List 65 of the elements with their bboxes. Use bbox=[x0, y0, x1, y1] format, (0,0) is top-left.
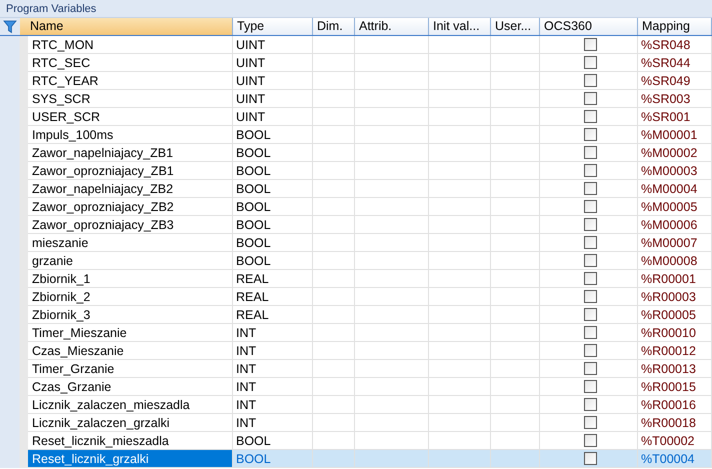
table-cell: Reset_licznik_grzalki bbox=[28, 450, 233, 468]
checkbox[interactable] bbox=[584, 74, 596, 87]
table-row[interactable]: SYS_SCR UINT %SR003 bbox=[0, 90, 712, 108]
checkbox[interactable] bbox=[584, 398, 596, 411]
column-header[interactable]: Dim. bbox=[313, 18, 355, 35]
checkbox[interactable] bbox=[584, 254, 596, 267]
column-header[interactable]: User... bbox=[491, 18, 540, 35]
table-cell bbox=[313, 450, 355, 468]
checkbox[interactable] bbox=[584, 380, 596, 393]
row-header bbox=[0, 450, 28, 468]
row-header bbox=[0, 36, 28, 54]
checkbox[interactable] bbox=[584, 434, 596, 447]
table-cell bbox=[491, 450, 540, 468]
checkbox[interactable] bbox=[584, 452, 596, 465]
checkbox[interactable] bbox=[584, 290, 596, 303]
checkbox[interactable] bbox=[584, 38, 596, 51]
column-header[interactable]: Type bbox=[233, 18, 313, 35]
column-header[interactable]: Name bbox=[20, 18, 233, 35]
column-header[interactable]: Init val... bbox=[429, 18, 491, 35]
table-row[interactable]: Zawor_oprozniajacy_ZB2 BOOL %M00005 bbox=[0, 198, 712, 216]
table-row[interactable]: Timer_Mieszanie INT %R00010 bbox=[0, 324, 712, 342]
table-row[interactable]: RTC_SEC UINT %SR044 bbox=[0, 54, 712, 72]
checkbox[interactable] bbox=[584, 326, 596, 339]
checkbox[interactable] bbox=[584, 128, 596, 141]
table-row[interactable]: Licznik_zalaczen_mieszadla INT %R00016 bbox=[0, 396, 712, 414]
table-row[interactable]: Czas_Mieszanie INT %R00012 bbox=[0, 342, 712, 360]
table-row[interactable]: mieszanie BOOL %M00007 bbox=[0, 234, 712, 252]
table-row[interactable]: Licznik_zalaczen_grzalki INT %R00018 bbox=[0, 414, 712, 432]
table-row[interactable]: grzanie BOOL %M00008 bbox=[0, 252, 712, 270]
checkbox[interactable] bbox=[584, 200, 596, 213]
table-row[interactable]: Zbiornik_1 REAL %R00001 bbox=[0, 270, 712, 288]
table-row[interactable]: Zawor_napelniajacy_ZB2 BOOL %M00004 bbox=[0, 180, 712, 198]
table-row[interactable]: Zawor_oprozniajacy_ZB3 BOOL %M00006 bbox=[0, 216, 712, 234]
panel-title: Program Variables bbox=[0, 0, 712, 18]
checkbox[interactable] bbox=[584, 56, 596, 69]
checkbox[interactable] bbox=[584, 272, 596, 285]
checkbox[interactable] bbox=[584, 164, 596, 177]
table-cell: %T00004 bbox=[638, 450, 712, 468]
checkbox[interactable] bbox=[584, 416, 596, 429]
table-row[interactable]: Zbiornik_3 REAL %R00005 bbox=[0, 306, 712, 324]
checkbox[interactable] bbox=[584, 236, 596, 249]
column-header[interactable]: Attrib. bbox=[355, 18, 429, 35]
checkbox[interactable] bbox=[584, 146, 596, 159]
checkbox[interactable] bbox=[584, 362, 596, 375]
table-cell bbox=[429, 450, 491, 468]
table-row[interactable]: RTC_MON UINT %SR048 bbox=[0, 36, 712, 54]
checkbox[interactable] bbox=[584, 182, 596, 195]
checkbox[interactable] bbox=[584, 92, 596, 105]
checkbox[interactable] bbox=[584, 110, 596, 123]
table-row[interactable]: Reset_licznik_grzalki BOOL %T00004 bbox=[0, 450, 712, 468]
table-row[interactable]: Czas_Grzanie INT %R00015 bbox=[0, 378, 712, 396]
column-header[interactable]: OCS360 bbox=[540, 18, 638, 35]
table-row[interactable]: Zawor_oprozniajacy_ZB1 BOOL %M00003 bbox=[0, 162, 712, 180]
table-cell: BOOL bbox=[233, 450, 313, 468]
table-row[interactable]: Reset_licznik_mieszadla BOOL %T00002 bbox=[0, 432, 712, 450]
column-header[interactable]: Mapping bbox=[638, 18, 712, 35]
checkbox[interactable] bbox=[584, 344, 596, 357]
checkbox[interactable] bbox=[584, 308, 596, 321]
table-row[interactable]: Timer_Grzanie INT %R00013 bbox=[0, 360, 712, 378]
table-row[interactable]: RTC_YEAR UINT %SR049 bbox=[0, 72, 712, 90]
table-row[interactable]: USER_SCR UINT %SR001 bbox=[0, 108, 712, 126]
table-row[interactable]: Zbiornik_2 REAL %R00003 bbox=[0, 288, 712, 306]
checkbox[interactable] bbox=[584, 218, 596, 231]
table-row[interactable]: Zawor_napelniajacy_ZB1 BOOL %M00002 bbox=[0, 144, 712, 162]
table-row[interactable]: Impuls_100ms BOOL %M00001 bbox=[0, 126, 712, 144]
